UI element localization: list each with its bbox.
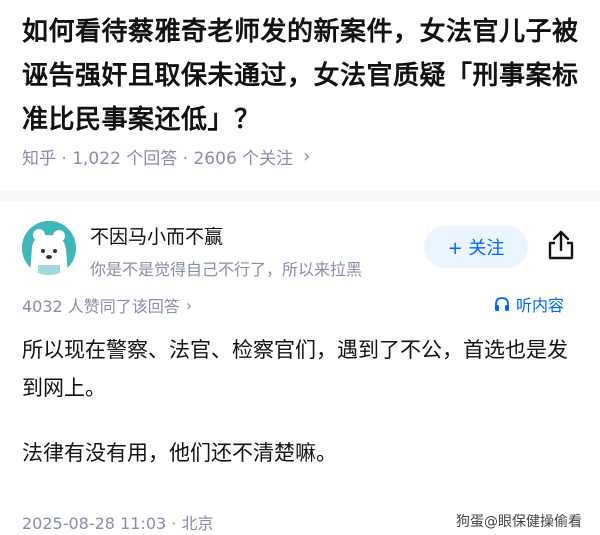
question-title[interactable]: 如何看待蔡雅奇老师发的新案件，女法官儿子被诬告强奸且取保未通过，女法官质疑「刑事… — [22, 10, 582, 142]
chevron-right-icon: › — [185, 295, 193, 315]
answer-timestamp: 2025-08-28 11:03 · 北京 — [22, 514, 214, 533]
share-icon[interactable] — [544, 228, 578, 262]
upvote-info[interactable]: 4032 人赞同了该回答 › — [22, 293, 192, 317]
author-name[interactable]: 不因马小而不赢 — [90, 222, 223, 249]
listen-label: 听内容 — [516, 296, 565, 315]
question-meta-text: 知乎 · 1,022 个回答 · 2606 个关注 — [22, 149, 294, 169]
question-meta[interactable]: 知乎 · 1,022 个回答 · 2606 个关注 › — [22, 144, 310, 169]
answer-paragraph: 所以现在警察、法官、检察官们，遇到了不公，首选也是发到网上。 — [22, 338, 568, 400]
follow-button[interactable]: + 关注 — [424, 226, 528, 268]
headphones-icon — [495, 297, 509, 311]
cartoon-avatar-icon — [22, 221, 76, 275]
avatar[interactable] — [22, 221, 76, 275]
answer-paragraph: 法律有没有用，他们还不清楚嘛。 — [22, 441, 337, 465]
section-divider — [0, 191, 600, 201]
listen-button[interactable]: 听内容 — [494, 292, 564, 316]
watermark: 狗蛋@眼保健操偷看 — [456, 514, 582, 530]
chevron-right-icon: › — [303, 146, 311, 167]
author-bio: 你是不是觉得自己不行了，所以来拉黑 — [90, 260, 363, 279]
upvote-count: 4032 人赞同了该回答 — [22, 297, 180, 316]
